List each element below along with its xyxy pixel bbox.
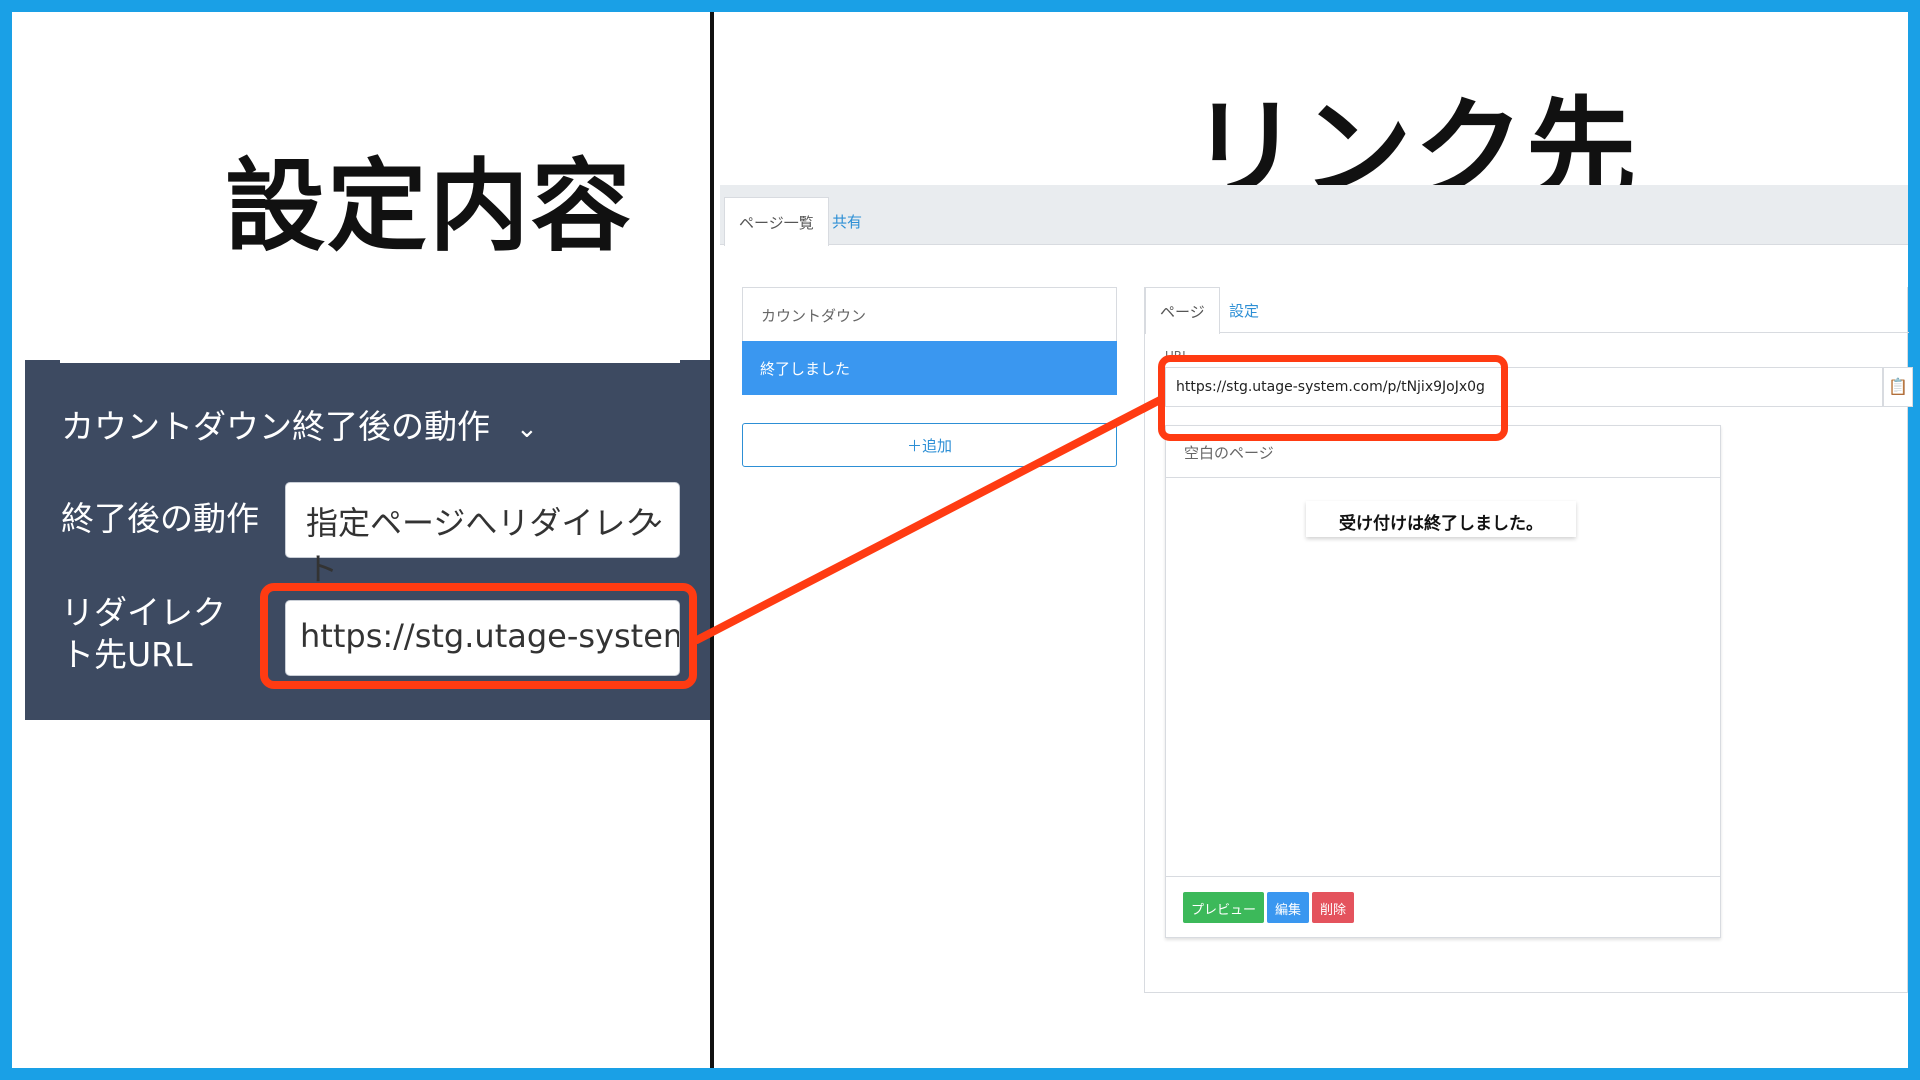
section-heading-label: カウントダウン終了後の動作 (61, 407, 490, 446)
action-select[interactable]: 指定ページへリダイレクト ⌄ (285, 482, 680, 588)
tab-share[interactable]: 共有 (818, 197, 876, 257)
preview-button[interactable]: プレビュー (1183, 892, 1265, 923)
panel-top-line (60, 360, 680, 363)
center-divider (710, 12, 714, 1068)
page-list-header[interactable]: カウントダウン (742, 287, 1117, 341)
left-section-title: 設定内容 (225, 148, 633, 265)
tab-settings[interactable]: 設定 (1215, 287, 1273, 334)
notice-text: 受け付けは終了しました。 (1306, 501, 1576, 537)
page-editor-screenshot: ページ一覧 共有 カウントダウン 終了しました ＋追加 ページ 設定 URL h… (720, 185, 1913, 1035)
page-card: 空白のページ 受け付けは終了しました。 プレビュー 編集 削除 (1165, 425, 1721, 938)
list-item[interactable]: 終了しました (742, 341, 1117, 395)
page-list: カウントダウン 終了しました (742, 287, 1117, 395)
tab-page[interactable]: ページ (1145, 287, 1220, 334)
delete-button[interactable]: 削除 (1312, 892, 1355, 923)
tab-page-list[interactable]: ページ一覧 (724, 197, 829, 246)
section-heading[interactable]: カウントダウン終了後の動作 ⌄ (61, 400, 538, 448)
edit-button[interactable]: 編集 (1267, 892, 1310, 923)
highlight-box-right (1158, 355, 1508, 441)
inner-tab-bar: ページ 設定 (1145, 287, 1909, 334)
add-page-button[interactable]: ＋追加 (742, 423, 1117, 467)
highlight-box-left (260, 583, 697, 689)
chevron-down-icon: ⌄ (643, 501, 667, 534)
copy-icon[interactable]: 📋 (1883, 367, 1913, 407)
redirect-url-label: リダイレクト先URL (61, 593, 226, 674)
chevron-down-icon[interactable]: ⌄ (516, 414, 538, 444)
action-select-value: 指定ページへリダイレクト (306, 504, 658, 588)
action-label: 終了後の動作 (61, 499, 259, 538)
card-actions: プレビュー 編集 削除 (1166, 876, 1720, 938)
top-tab-bar: ページ一覧 共有 (720, 185, 1908, 246)
